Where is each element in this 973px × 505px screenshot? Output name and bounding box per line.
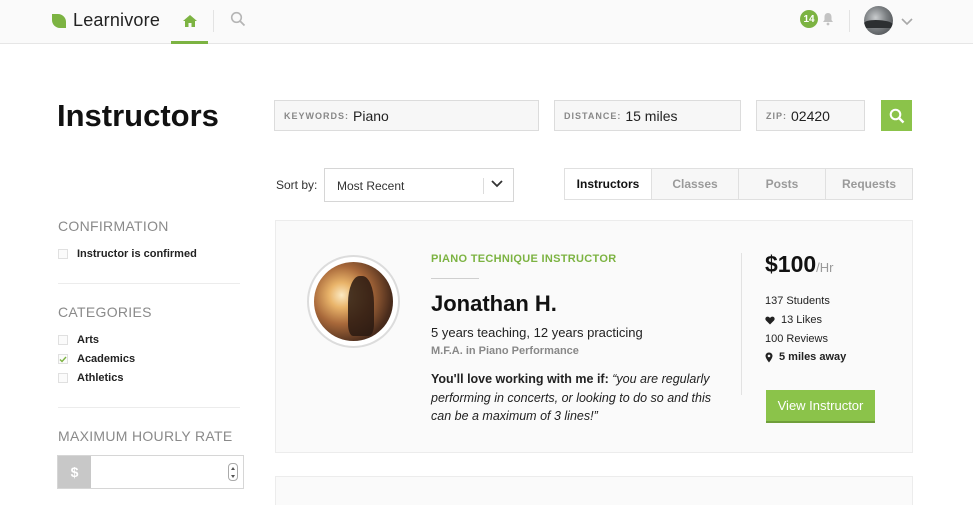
card-divider [431, 278, 479, 279]
app-name: Learnivore [73, 10, 161, 30]
logo[interactable]: Learnivore [52, 10, 160, 31]
filter-label: Instructor is confirmed [77, 248, 197, 260]
instructor-card [275, 476, 913, 505]
stepper-up-icon[interactable] [231, 466, 235, 470]
keywords-input[interactable] [353, 107, 538, 124]
price-amount: $100 [765, 251, 817, 277]
filter-label: Athletics [77, 372, 124, 384]
checkbox[interactable] [58, 335, 68, 345]
checkbox-checked[interactable] [58, 354, 68, 364]
top-nav-bar: Learnivore 14 [0, 0, 973, 44]
instructor-category: PIANO TECHNIQUE INSTRUCTOR [431, 253, 617, 265]
max-rate-heading: MAXIMUM HOURLY RATE [58, 428, 233, 444]
categories-heading: CATEGORIES [58, 304, 152, 320]
nav-home-button[interactable] [171, 0, 208, 44]
checkmark-icon [59, 356, 67, 363]
instructor-avatar[interactable] [307, 255, 400, 348]
filter-label: Arts [77, 334, 100, 346]
checkbox[interactable] [58, 373, 68, 383]
nav-divider [213, 10, 214, 32]
keywords-label: KEYWORDS: [284, 110, 349, 121]
stepper-down-icon[interactable] [231, 474, 235, 478]
checkbox[interactable] [58, 249, 68, 259]
nav-search-button[interactable] [230, 11, 246, 32]
sort-select[interactable]: Most Recent [324, 168, 514, 202]
tab-instructors[interactable]: Instructors [565, 169, 652, 199]
instructor-experience: 5 years teaching, 12 years practicing [431, 325, 643, 340]
max-rate-input[interactable]: $ [57, 455, 244, 489]
stat-distance: 5 miles away [765, 351, 846, 363]
view-instructor-button[interactable]: View Instructor [766, 390, 875, 423]
map-pin-icon [765, 352, 773, 362]
bell-icon [823, 13, 833, 26]
result-type-tabs: Instructors Classes Posts Requests [564, 168, 913, 200]
home-icon [182, 14, 197, 27]
stat-students: 137 Students [765, 295, 830, 307]
search-submit-button[interactable] [881, 100, 912, 131]
filter-category-academics[interactable]: Academics [58, 353, 135, 365]
stat-distance-label: 5 miles away [779, 351, 847, 363]
zip-field[interactable]: ZIP: [756, 100, 865, 131]
page-title: Instructors [57, 98, 219, 133]
stat-reviews: 100 Reviews [765, 333, 828, 345]
chevron-down-icon [491, 180, 503, 188]
number-stepper[interactable] [228, 463, 238, 481]
instructor-card: PIANO TECHNIQUE INSTRUCTOR Jonathan H. 5… [275, 220, 913, 453]
leaf-logo-icon [52, 13, 66, 28]
heart-icon [765, 316, 775, 324]
hourly-price: $100/Hr [765, 251, 834, 278]
sort-label: Sort by: [276, 178, 318, 192]
stat-likes-label: 13 Likes [781, 314, 822, 326]
keywords-field[interactable]: KEYWORDS: [274, 100, 539, 131]
zip-input[interactable] [791, 107, 864, 124]
instructor-name[interactable]: Jonathan H. [431, 291, 557, 317]
sidebar-divider [58, 283, 240, 284]
distance-input[interactable] [625, 107, 740, 124]
search-icon [889, 108, 904, 123]
instructor-quote: You'll love working with me if: “you are… [431, 370, 721, 426]
stat-reviews-label: 100 Reviews [765, 333, 828, 345]
currency-prefix: $ [58, 456, 91, 488]
sidebar-divider [58, 407, 240, 408]
filter-category-athletics[interactable]: Athletics [58, 372, 123, 384]
card-vertical-divider [741, 253, 742, 395]
instructor-degree: M.F.A. in Piano Performance [431, 345, 579, 357]
select-divider [483, 178, 484, 194]
tab-requests[interactable]: Requests [826, 169, 912, 199]
confirmation-heading: CONFIRMATION [58, 218, 169, 234]
instructor-photo [314, 262, 393, 341]
filter-instructor-confirmed[interactable]: Instructor is confirmed [58, 248, 197, 260]
tab-posts[interactable]: Posts [739, 169, 826, 199]
filter-label: Academics [77, 353, 136, 365]
price-unit: /Hr [816, 260, 834, 275]
quote-lead: You'll love working with me if: [431, 372, 609, 386]
chevron-down-icon [901, 18, 913, 26]
distance-field[interactable]: DISTANCE: [554, 100, 741, 131]
user-avatar[interactable] [864, 6, 893, 35]
distance-label: DISTANCE: [564, 110, 622, 121]
sort-selected-value: Most Recent [337, 179, 405, 193]
user-menu-toggle[interactable] [901, 13, 913, 31]
search-icon [230, 11, 246, 27]
nav-divider [849, 10, 850, 32]
notifications-button[interactable] [822, 12, 834, 31]
tab-classes[interactable]: Classes [652, 169, 739, 199]
zip-label: ZIP: [766, 110, 787, 121]
stat-likes: 13 Likes [765, 314, 822, 326]
filter-category-arts[interactable]: Arts [58, 334, 99, 346]
notification-count-badge[interactable]: 14 [800, 10, 818, 28]
stat-students-label: 137 Students [765, 295, 830, 307]
